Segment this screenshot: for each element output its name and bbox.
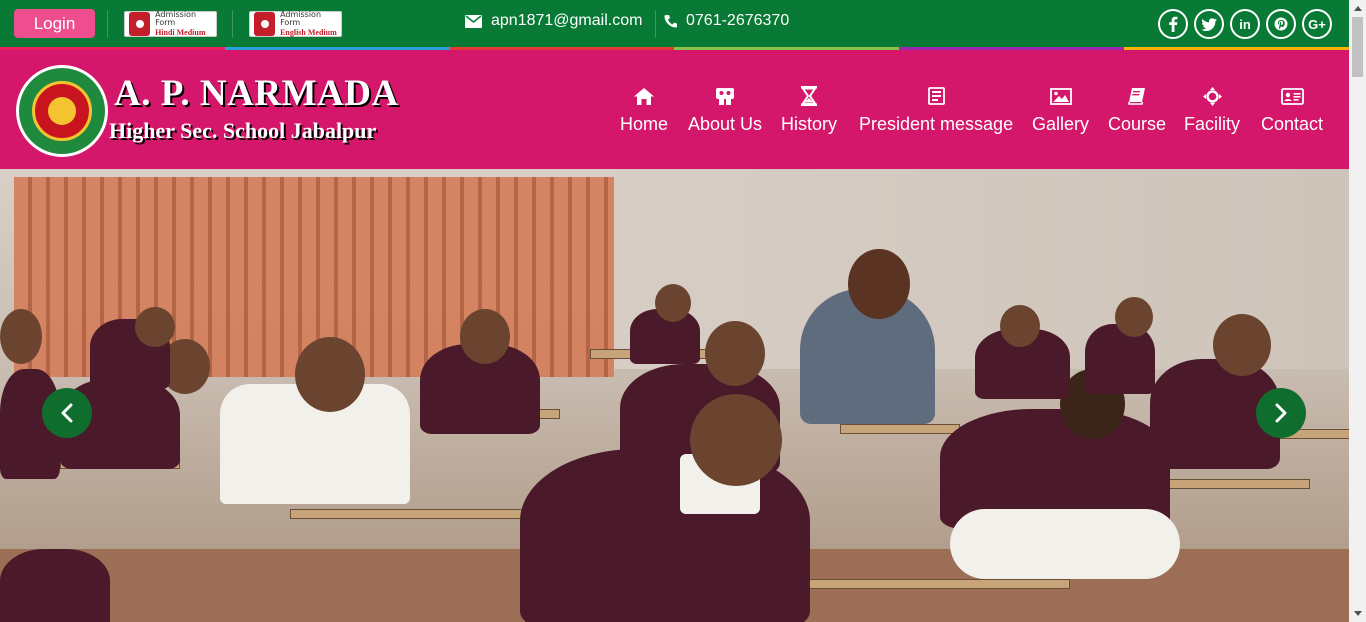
- slider-next-button[interactable]: [1256, 388, 1306, 438]
- nav-label: Gallery: [1032, 114, 1090, 134]
- divider: [655, 10, 656, 38]
- nav-label: History: [781, 114, 838, 134]
- phone-contact[interactable]: 0761-2676370: [664, 12, 789, 30]
- school-logo[interactable]: [16, 65, 108, 157]
- image-icon: [1049, 85, 1072, 107]
- book-icon: [1128, 85, 1146, 107]
- medium-label: English Medium: [280, 28, 337, 37]
- envelope-icon: [465, 14, 482, 28]
- school-subtitle: Higher Sec. School Jabalpur: [109, 118, 377, 143]
- facebook-icon[interactable]: [1158, 9, 1188, 39]
- people-icon: [715, 85, 735, 107]
- nav-label: President message: [859, 114, 1014, 134]
- nav-president-message[interactable]: President message: [859, 85, 1013, 137]
- slider-prev-button[interactable]: [42, 388, 92, 438]
- scroll-up-arrow[interactable]: [1349, 0, 1366, 17]
- scroll-down-arrow[interactable]: [1349, 605, 1366, 622]
- linkedin-icon[interactable]: in: [1230, 9, 1260, 39]
- contact-card-icon: [1280, 85, 1304, 107]
- nav-label: Home: [620, 114, 669, 134]
- nav-facility[interactable]: Facility: [1184, 85, 1240, 137]
- divider: [107, 10, 108, 38]
- chevron-left-icon: [61, 403, 73, 423]
- twitter-icon[interactable]: [1194, 9, 1224, 39]
- nav-label: Facility: [1184, 114, 1241, 134]
- admission-form-english-button[interactable]: Admission Form English Medium: [249, 11, 342, 37]
- nav-about-us[interactable]: About Us: [688, 85, 762, 137]
- hero-slider: [0, 169, 1349, 622]
- divider: [232, 10, 233, 38]
- site-header: A. P. NARMADA Higher Sec. School Jabalpu…: [0, 50, 1349, 169]
- hourglass-icon: [801, 85, 817, 107]
- chevron-right-icon: [1275, 403, 1287, 423]
- classroom-photo: [0, 169, 1349, 622]
- google-plus-icon[interactable]: G+: [1302, 9, 1332, 39]
- admission-form-hindi-button[interactable]: Admission Form Hindi Medium: [124, 11, 217, 37]
- page: Login Admission Form Hindi Medium Admiss…: [0, 0, 1366, 622]
- seal-icon: [254, 12, 276, 36]
- nav-home[interactable]: Home: [620, 85, 668, 137]
- admission-form-label: Admission Form: [155, 10, 197, 27]
- phone-icon: [664, 15, 677, 28]
- admission-form-label: Admission Form: [280, 10, 322, 27]
- nav-label: Course: [1108, 114, 1167, 134]
- email-text: apn1871@gmail.com: [491, 12, 643, 29]
- nav-label: About Us: [688, 114, 763, 134]
- pinterest-icon[interactable]: [1266, 9, 1296, 39]
- nav-contact[interactable]: Contact: [1261, 85, 1323, 137]
- phone-text: 0761-2676370: [686, 12, 790, 29]
- school-name: A. P. NARMADA: [114, 73, 399, 114]
- scroll-thumb[interactable]: [1352, 17, 1363, 77]
- email-contact[interactable]: apn1871@gmail.com: [465, 12, 642, 30]
- seal-icon: [129, 12, 151, 36]
- top-bar: Login Admission Form Hindi Medium Admiss…: [0, 0, 1349, 47]
- nav-history[interactable]: History: [781, 85, 837, 137]
- nav-course[interactable]: Course: [1108, 85, 1166, 137]
- nav-label: Contact: [1261, 114, 1324, 134]
- page-scrollbar[interactable]: [1349, 0, 1366, 622]
- message-icon: [927, 85, 945, 107]
- login-button[interactable]: Login: [14, 9, 95, 38]
- nav-gallery[interactable]: Gallery: [1032, 85, 1089, 137]
- medium-label: Hindi Medium: [155, 28, 206, 37]
- cross-move-icon: [1202, 85, 1222, 107]
- home-icon: [634, 85, 654, 107]
